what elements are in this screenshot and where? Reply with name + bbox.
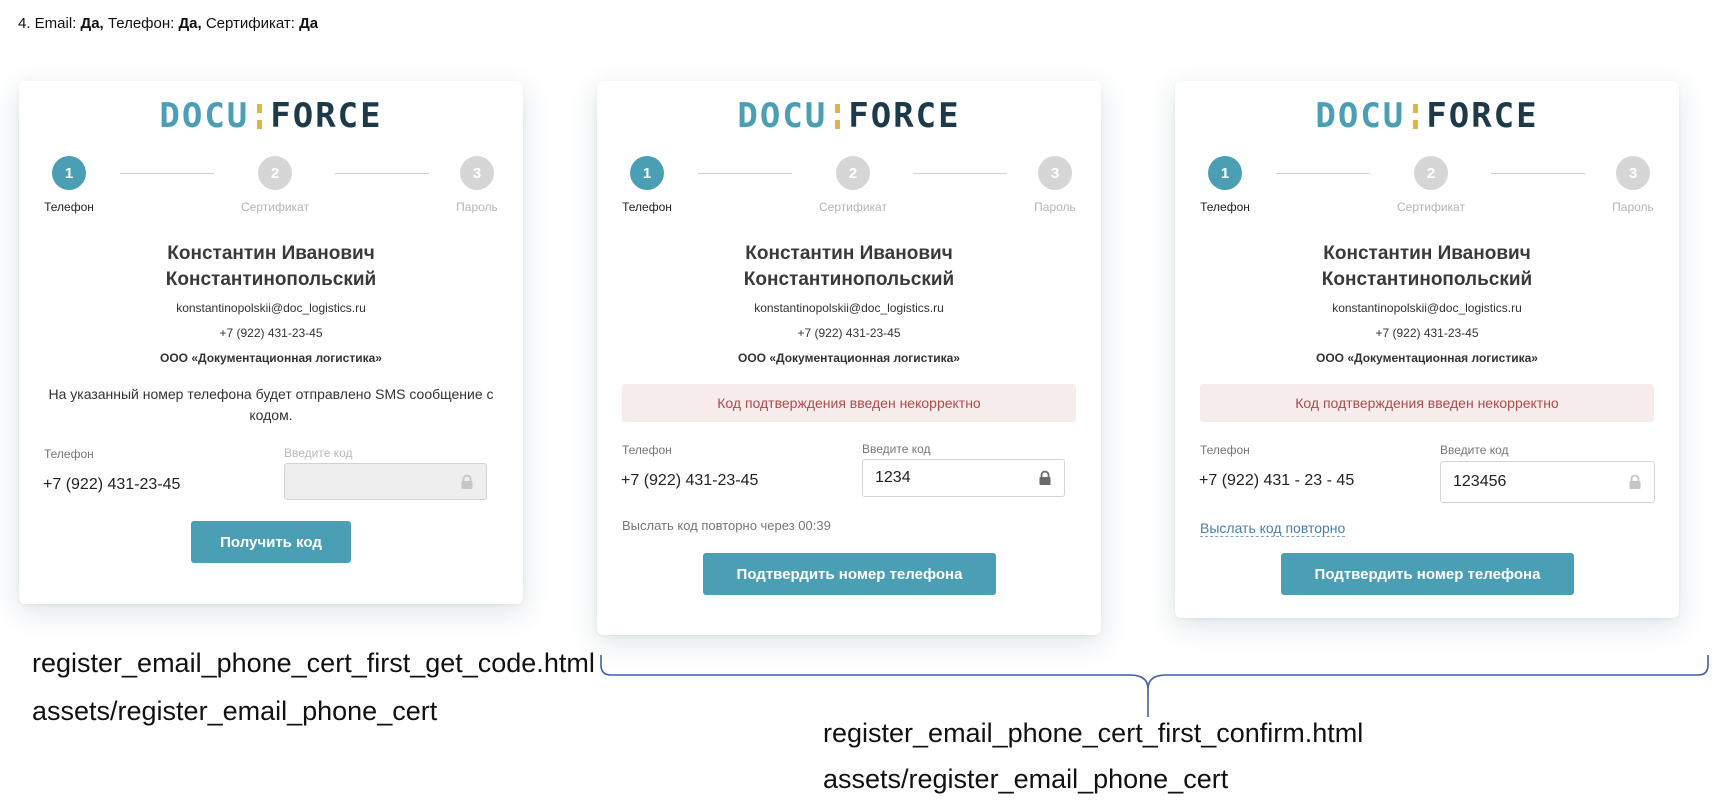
step-3-circle: 3 [460, 156, 494, 190]
logo-part-docu: DOCU [159, 96, 250, 136]
step-2-label: Сертификат [819, 200, 887, 214]
docuforce-logo: DOCU FORCE [597, 96, 1101, 136]
confirm-phone-button[interactable]: Подтвердить номер телефона [703, 553, 996, 595]
code-input-value: 123456 [1453, 473, 1507, 490]
code-input[interactable]: 1234 [862, 459, 1065, 497]
user-name-second-line: Константинопольский [1321, 269, 1533, 290]
lock-icon [461, 474, 473, 489]
step-2-circle: 2 [1414, 156, 1448, 190]
logo-part-force: FORCE [1426, 96, 1539, 136]
code-input-value: 1234 [875, 469, 911, 486]
lock-icon [1039, 470, 1051, 485]
user-phone: +7 (922) 431-23-45 [1375, 326, 1479, 340]
user-name-first-line: Константин Иванович [745, 243, 953, 264]
step-3-circle: 3 [1616, 156, 1650, 190]
caption-confirm-file: register_email_phone_cert_first_confirm.… [823, 718, 1364, 748]
code-input[interactable] [284, 463, 487, 500]
user-company: ООО «Документационная логистика» [738, 351, 960, 365]
heading-phone-label: Телефон: [103, 15, 179, 32]
stepper: 1 2 3 Телефон Сертификат Пароль [597, 156, 1101, 216]
step-2-label: Сертификат [241, 200, 309, 214]
caption-get-code-assets: assets/register_email_phone_cert [32, 696, 438, 726]
phone-value: +7 (922) 431 - 23 - 45 [1199, 472, 1355, 489]
user-email: konstantinopolskii@doc_logistics.ru [1332, 301, 1522, 315]
heading-cert-value: Да [299, 15, 319, 32]
register-card-confirm-timer: DOCU FORCE 1 2 3 Телефон Сертификат Паро… [597, 81, 1101, 635]
heading-phone-value: Да, [178, 15, 202, 32]
logo-separator-icon [835, 101, 841, 131]
step-1-label: Телефон [44, 200, 94, 214]
resend-code-link[interactable]: Выслать код повторно [1200, 520, 1346, 537]
step-1-circle: 1 [1208, 156, 1242, 190]
step-1-circle: 1 [52, 156, 86, 190]
logo-part-force: FORCE [848, 96, 961, 136]
error-message: Код подтверждения введен некорректно [622, 384, 1076, 422]
step-connector [1276, 173, 1370, 174]
lock-icon [1629, 474, 1641, 489]
code-label: Введите код [284, 446, 353, 460]
step-connector [698, 173, 792, 174]
error-message: Код подтверждения введен некорректно [1200, 384, 1654, 422]
phone-label: Телефон [622, 443, 672, 457]
phone-value: +7 (922) 431-23-45 [621, 472, 759, 489]
confirm-phone-button[interactable]: Подтвердить номер телефона [1281, 553, 1574, 595]
grouping-bracket [600, 655, 1709, 717]
code-input[interactable]: 123456 [1440, 461, 1655, 503]
stepper: 1 2 3 Телефон Сертификат Пароль [19, 156, 523, 216]
user-full-name: Константин Иванович Константинопольский [1175, 241, 1679, 293]
logo-separator-icon [1413, 101, 1419, 131]
heading-cert-label: Сертификат: [201, 15, 300, 32]
heading-email-value: Да, [80, 15, 104, 32]
user-phone: +7 (922) 431-23-45 [219, 326, 323, 340]
logo-separator-icon [257, 101, 263, 131]
logo-part-docu: DOCU [737, 96, 828, 136]
code-label: Введите код [1440, 443, 1509, 457]
step-2-circle: 2 [258, 156, 292, 190]
phone-label: Телефон [44, 447, 94, 461]
user-full-name: Константин Иванович Константинопольский [19, 241, 523, 293]
logo-part-force: FORCE [270, 96, 383, 136]
step-3-label: Пароль [1612, 200, 1654, 214]
step-1-label: Телефон [1200, 200, 1250, 214]
docuforce-logo: DOCU FORCE [19, 96, 523, 136]
register-card-get-code: DOCU FORCE 1 2 3 Телефон Сертификат Паро… [19, 81, 523, 604]
user-email: konstantinopolskii@doc_logistics.ru [176, 301, 366, 315]
step-2-circle: 2 [836, 156, 870, 190]
user-company: ООО «Документационная логистика» [1316, 351, 1538, 365]
user-name-second-line: Константинопольский [165, 269, 377, 290]
register-card-confirm-resend: DOCU FORCE 1 2 3 Телефон Сертификат Паро… [1175, 81, 1679, 618]
step-connector [335, 173, 429, 174]
step-connector [120, 173, 214, 174]
caption-confirm-assets: assets/register_email_phone_cert [823, 764, 1229, 794]
step-3-circle: 3 [1038, 156, 1072, 190]
caption-get-code-file: register_email_phone_cert_first_get_code… [32, 648, 595, 678]
step-connector [1491, 173, 1585, 174]
user-name-first-line: Константин Иванович [1323, 243, 1531, 264]
step-1-circle: 1 [630, 156, 664, 190]
step-3-label: Пароль [1034, 200, 1076, 214]
stepper: 1 2 3 Телефон Сертификат Пароль [1175, 156, 1679, 216]
user-name-second-line: Константинопольский [743, 269, 955, 290]
phone-label: Телефон [1200, 443, 1250, 457]
user-full-name: Константин Иванович Константинопольский [597, 241, 1101, 293]
resend-timer-text: Выслать код повторно через 00:39 [622, 518, 831, 533]
step-3-label: Пароль [456, 200, 498, 214]
logo-part-docu: DOCU [1315, 96, 1406, 136]
step-connector [913, 173, 1007, 174]
sms-description: На указанный номер телефона будет отправ… [48, 386, 494, 423]
step-1-label: Телефон [622, 200, 672, 214]
phone-value: +7 (922) 431-23-45 [43, 476, 181, 493]
user-phone: +7 (922) 431-23-45 [797, 326, 901, 340]
heading-prefix: 4. Email: [18, 15, 81, 32]
user-email: konstantinopolskii@doc_logistics.ru [754, 301, 944, 315]
docuforce-logo: DOCU FORCE [1175, 96, 1679, 136]
get-code-button[interactable]: Получить код [191, 521, 351, 563]
step-2-label: Сертификат [1397, 200, 1465, 214]
section-heading: 4. Email: Да, Телефон: Да, Сертификат: Д… [18, 15, 318, 32]
user-company: ООО «Документационная логистика» [160, 351, 382, 365]
user-name-first-line: Константин Иванович [167, 243, 375, 264]
code-label: Введите код [862, 442, 931, 456]
